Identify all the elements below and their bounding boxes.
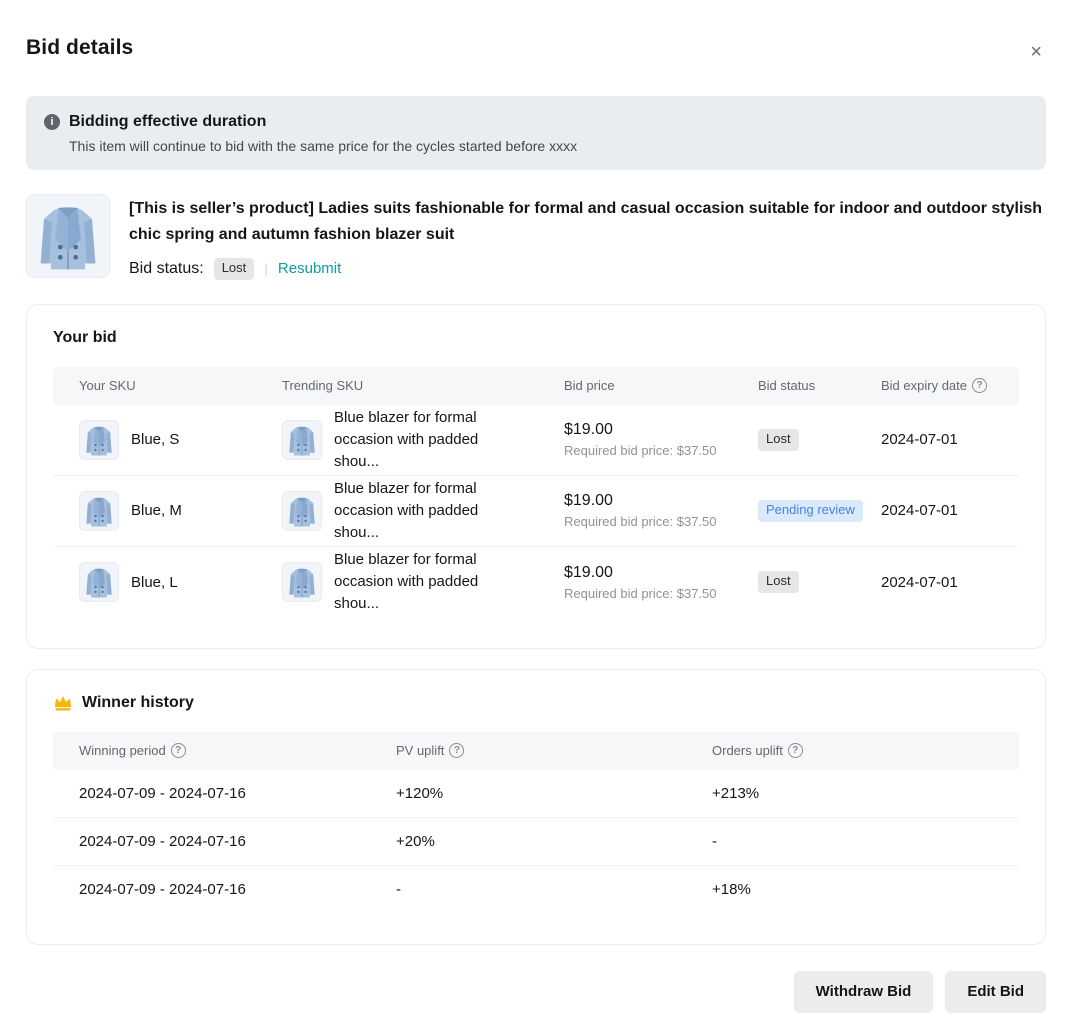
winning-period: 2024-07-09 - 2024-07-16 (79, 833, 396, 850)
bid-price: $19.00 (564, 421, 758, 439)
pv-uplift: +120% (396, 785, 712, 802)
sku-thumbnail (79, 420, 119, 460)
column-orders-uplift-label: Orders uplift (712, 743, 783, 758)
banner-title: Bidding effective duration (69, 113, 266, 131)
winner-history-title: Winner history (82, 694, 194, 712)
table-row: Blue, L Blue blazer for formal occasion … (53, 547, 1019, 618)
trending-sku-thumbnail (282, 562, 322, 602)
status-badge: Lost (758, 571, 799, 593)
table-row: 2024-07-09 - 2024-07-16 - +18% (53, 866, 1019, 914)
table-row: 2024-07-09 - 2024-07-16 +120% +213% (53, 770, 1019, 818)
column-bid-expiry-date-label: Bid expiry date (881, 378, 967, 393)
orders-uplift: +213% (712, 785, 993, 802)
bid-expiry-date: 2024-07-01 (881, 502, 993, 519)
crown-icon (53, 694, 73, 712)
close-icon[interactable]: × (1026, 38, 1046, 66)
winning-period: 2024-07-09 - 2024-07-16 (79, 881, 396, 898)
divider: | (264, 261, 268, 277)
column-your-sku: Your SKU (79, 378, 282, 393)
help-icon[interactable]: ? (788, 743, 803, 758)
table-header: Winning period ? PV uplift ? Orders upli… (53, 732, 1019, 770)
required-bid-price: Required bid price: $37.50 (564, 514, 758, 529)
table-row: 2024-07-09 - 2024-07-16 +20% - (53, 818, 1019, 866)
table-row: Blue, M Blue blazer for formal occasion … (53, 476, 1019, 547)
bid-price: $19.00 (564, 492, 758, 510)
help-icon[interactable]: ? (171, 743, 186, 758)
column-winning-period-label: Winning period (79, 743, 166, 758)
column-pv-uplift: PV uplift ? (396, 743, 712, 758)
column-winning-period: Winning period ? (79, 743, 396, 758)
edit-bid-button[interactable]: Edit Bid (945, 971, 1046, 1013)
column-bid-status: Bid status (758, 378, 881, 393)
trending-sku-label: Blue blazer for formal occasion with pad… (334, 478, 510, 544)
bid-status-badge: Lost (214, 258, 255, 280)
product-summary: [This is seller’s product] Ladies suits … (26, 194, 1046, 280)
winner-history-table: Winning period ? PV uplift ? Orders upli… (53, 732, 1019, 914)
your-bid-title: Your bid (53, 329, 1019, 347)
pv-uplift: +20% (396, 833, 712, 850)
info-banner: i Bidding effective duration This item w… (26, 96, 1046, 170)
column-bid-expiry-date: Bid expiry date ? (881, 378, 993, 393)
winner-history-card: Winner history Winning period ? PV uplif… (26, 669, 1046, 945)
column-bid-price: Bid price (564, 378, 758, 393)
orders-uplift: +18% (712, 881, 993, 898)
product-title: [This is seller’s product] Ladies suits … (129, 196, 1044, 248)
page-title: Bid details (26, 36, 133, 60)
required-bid-price: Required bid price: $37.50 (564, 586, 758, 601)
bid-details-page: Bid details × i Bidding effective durati… (0, 0, 1072, 1033)
bid-expiry-date: 2024-07-01 (881, 574, 993, 591)
required-bid-price: Required bid price: $37.50 (564, 443, 758, 458)
sku-thumbnail (79, 562, 119, 602)
trending-sku-label: Blue blazer for formal occasion with pad… (334, 549, 510, 615)
banner-description: This item will continue to bid with the … (69, 138, 1028, 154)
help-icon[interactable]: ? (972, 378, 987, 393)
table-row: Blue, S Blue blazer for formal occasion … (53, 405, 1019, 476)
your-sku-label: Blue, L (131, 574, 178, 591)
table-header: Your SKU Trending SKU Bid price Bid stat… (53, 367, 1019, 405)
trending-sku-thumbnail (282, 420, 322, 460)
bid-price: $19.00 (564, 564, 758, 582)
footer-actions: Withdraw Bid Edit Bid (26, 971, 1046, 1013)
trending-sku-label: Blue blazer for formal occasion with pad… (334, 407, 510, 473)
column-pv-uplift-label: PV uplift (396, 743, 444, 758)
page-header: Bid details × (26, 36, 1046, 66)
withdraw-bid-button[interactable]: Withdraw Bid (794, 971, 934, 1013)
status-badge: Lost (758, 429, 799, 451)
resubmit-link[interactable]: Resubmit (278, 260, 341, 277)
help-icon[interactable]: ? (449, 743, 464, 758)
your-sku-label: Blue, S (131, 431, 179, 448)
column-trending-sku: Trending SKU (282, 378, 564, 393)
product-image (26, 194, 110, 278)
trending-sku-thumbnail (282, 491, 322, 531)
orders-uplift: - (712, 833, 993, 850)
your-bid-card: Your bid Your SKU Trending SKU Bid price… (26, 304, 1046, 649)
your-bid-table: Your SKU Trending SKU Bid price Bid stat… (53, 367, 1019, 618)
column-orders-uplift: Orders uplift ? (712, 743, 993, 758)
info-icon: i (44, 114, 60, 130)
sku-thumbnail (79, 491, 119, 531)
your-sku-label: Blue, M (131, 502, 182, 519)
bid-status-label: Bid status: (129, 260, 204, 278)
pv-uplift: - (396, 881, 712, 898)
status-badge: Pending review (758, 500, 863, 522)
bid-expiry-date: 2024-07-01 (881, 431, 993, 448)
winning-period: 2024-07-09 - 2024-07-16 (79, 785, 396, 802)
